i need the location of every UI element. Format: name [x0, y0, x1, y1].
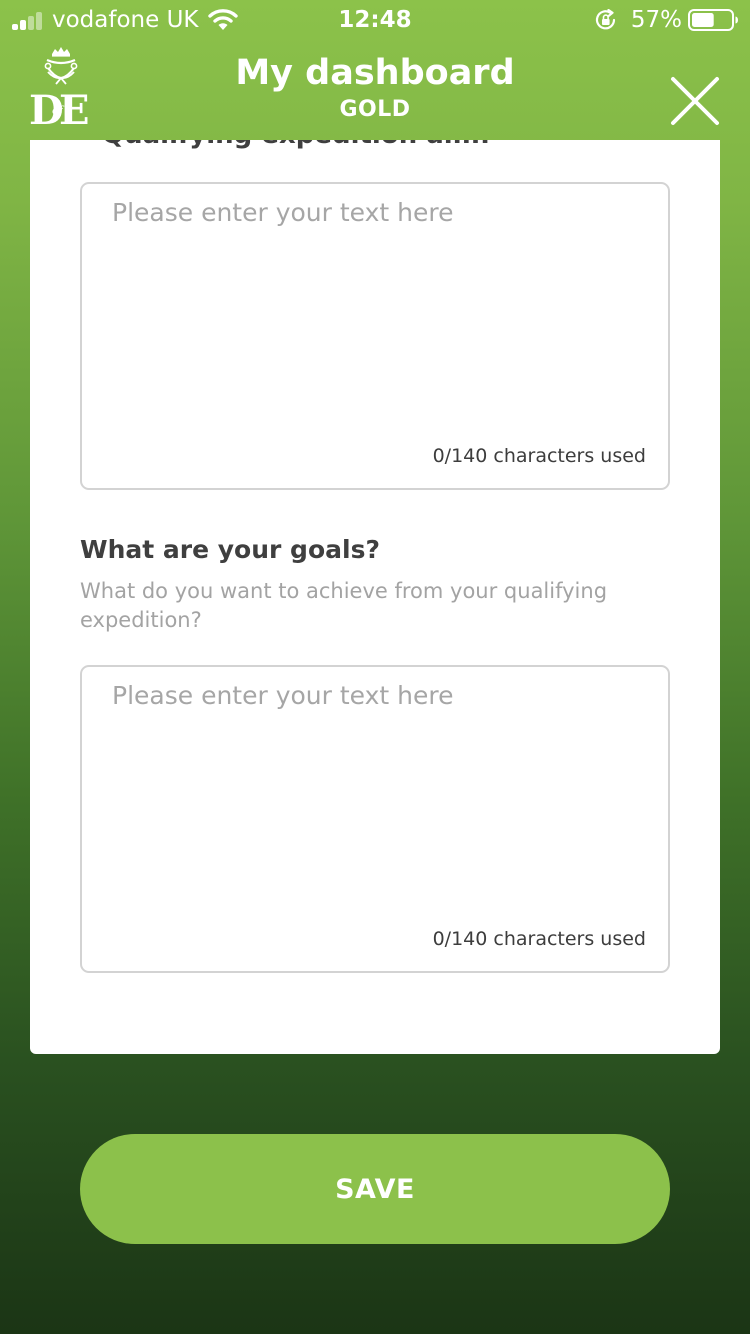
status-bar: vodafone UK 12:48 57%	[0, 0, 750, 40]
goals-description: What do you want to achieve from your qu…	[80, 579, 608, 632]
goals-textarea[interactable]	[82, 667, 668, 917]
page-title: My dashboard	[235, 53, 515, 93]
aim-character-counter: 0/140 characters used	[432, 445, 646, 467]
goals-character-counter: 0/140 characters used	[432, 928, 646, 950]
award-level: GOLD	[339, 97, 411, 122]
form-card: Qualifying expedition aim: 0/140 charact…	[30, 140, 720, 1054]
rotation-lock-icon	[595, 9, 616, 30]
aim-textarea-container: 0/140 characters used	[80, 182, 670, 490]
aim-heading: Qualifying expedition aim:	[102, 140, 490, 151]
aim-textarea[interactable]	[82, 184, 668, 434]
save-button[interactable]: SAVE	[80, 1134, 670, 1244]
goals-textarea-container: 0/140 characters used	[80, 665, 670, 973]
battery-icon	[688, 9, 738, 31]
close-icon[interactable]	[668, 74, 722, 128]
goals-heading: What are your goals?	[80, 535, 380, 564]
battery-percentage: 57%	[630, 7, 682, 33]
